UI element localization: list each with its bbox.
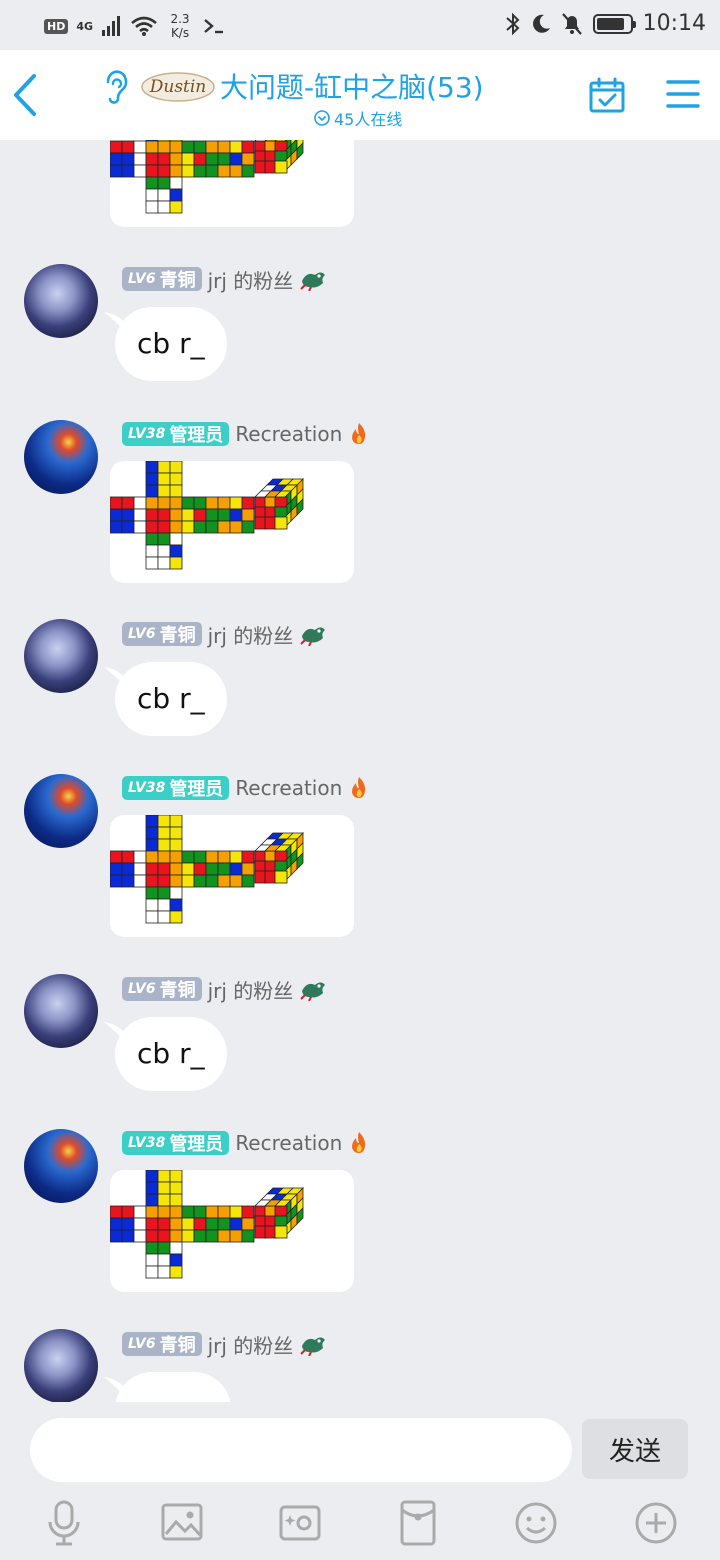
rank-text: 青铜 — [159, 980, 196, 1001]
avatar[interactable] — [24, 1129, 98, 1203]
sender-name[interactable]: jrj 的粉丝 — [208, 1330, 294, 1359]
sender-name[interactable]: jrj 的粉丝 — [208, 265, 294, 294]
level-badge: LV38 管理员 — [122, 1131, 230, 1155]
group-title-area[interactable]: Dustin 大问题-缸中之脑(53) 45人在线 — [100, 64, 520, 130]
online-text: 45人在线 — [334, 110, 403, 129]
hd-indicator: HD — [44, 18, 69, 34]
send-button[interactable]: 发送 — [582, 1419, 688, 1479]
clock: 10:14 — [642, 11, 706, 36]
sender-name[interactable]: Recreation — [235, 1131, 342, 1155]
rank-text: 青铜 — [159, 625, 196, 646]
fire-icon — [352, 777, 366, 798]
terminal-icon — [204, 19, 224, 34]
sender-meta: LV38 管理员 Recreation — [122, 1130, 370, 1156]
level-badge: LV6 青铜 — [122, 267, 202, 291]
composer: 发送 — [0, 1402, 720, 1560]
message-list[interactable]: LV6 青铜 jrj 的粉丝 cb r_ LV38 管理员 Recreation L… — [0, 140, 720, 1402]
level-badge: LV6 青铜 — [122, 1332, 202, 1356]
rank-text: 管理员 — [169, 425, 224, 446]
dragon-icon — [300, 982, 326, 1001]
moon-icon — [532, 14, 550, 33]
sender-meta: LV38 管理员 Recreation — [122, 775, 370, 801]
emoji-icon[interactable] — [514, 1498, 558, 1548]
sender-name[interactable]: jrj 的粉丝 — [208, 975, 294, 1004]
rank-text: 管理员 — [169, 1134, 224, 1155]
logo-text: Dustin — [149, 77, 207, 97]
sender-meta: LV6 青铜 jrj 的粉丝 — [122, 620, 327, 649]
group-title: 大问题-缸中之脑(53) — [220, 71, 484, 104]
avatar[interactable] — [24, 974, 98, 1048]
photo-icon[interactable] — [160, 1498, 204, 1548]
sender-meta: LV38 管理员 Recreation — [122, 421, 370, 447]
message-input[interactable] — [30, 1418, 572, 1482]
avatar[interactable] — [24, 420, 98, 494]
avatar[interactable] — [24, 774, 98, 848]
bluetooth-icon — [505, 12, 520, 35]
rank-text: 管理员 — [169, 779, 224, 800]
microphone-icon[interactable] — [42, 1498, 86, 1548]
dragon-icon — [300, 627, 326, 646]
calendar-check-button[interactable] — [588, 76, 626, 114]
network-speed: 2.3 K/s — [165, 12, 195, 40]
battery-icon — [592, 13, 636, 34]
chat-header: Dustin 大问题-缸中之脑(53) 45人在线 — [0, 50, 720, 140]
level-text: LV6 — [128, 1336, 156, 1352]
text-bubble[interactable]: cb r_ — [115, 662, 227, 736]
level-text: LV38 — [128, 1135, 166, 1151]
level-badge: LV38 管理员 — [122, 422, 230, 446]
dustin-logo: Dustin — [141, 72, 215, 102]
plus-icon[interactable] — [634, 1498, 678, 1548]
level-text: LV6 — [128, 271, 156, 287]
sender-meta: LV6 青铜 jrj 的粉丝 — [122, 1330, 327, 1359]
level-text: LV38 — [128, 780, 166, 796]
avatar[interactable] — [24, 619, 98, 693]
level-text: LV6 — [128, 981, 156, 997]
level-badge: LV6 青铜 — [122, 622, 202, 646]
fire-icon — [352, 423, 366, 444]
ear-icon[interactable] — [100, 68, 130, 104]
rank-text: 青铜 — [159, 1335, 196, 1356]
level-text: LV6 — [128, 626, 156, 642]
red-packet-icon[interactable] — [396, 1498, 440, 1548]
sender-name[interactable]: Recreation — [235, 776, 342, 800]
avatar[interactable] — [24, 264, 98, 338]
avatar[interactable] — [24, 1329, 98, 1402]
cube-image[interactable] — [110, 815, 354, 937]
text-bubble[interactable]: cb r_ — [115, 1017, 227, 1091]
mute-bell-icon — [561, 12, 582, 35]
level-text: LV38 — [128, 426, 166, 442]
speed-value: 2.3 — [170, 12, 190, 26]
online-count[interactable]: 45人在线 — [314, 106, 402, 130]
back-button[interactable] — [6, 70, 46, 120]
menu-button[interactable] — [666, 78, 700, 110]
level-badge: LV38 管理员 — [122, 776, 230, 800]
cube-image[interactable] — [110, 1170, 354, 1292]
sender-meta: LV6 青铜 jrj 的粉丝 — [122, 265, 327, 294]
cube-image[interactable] — [110, 461, 354, 583]
sender-name[interactable]: Recreation — [235, 422, 342, 446]
speed-unit: K/s — [170, 26, 190, 40]
chevron-down-circle-icon — [314, 110, 330, 126]
input-toolbar — [0, 1498, 720, 1554]
text-bubble[interactable] — [115, 1372, 231, 1402]
sender-meta: LV6 青铜 jrj 的粉丝 — [122, 975, 327, 1004]
wifi-icon — [131, 16, 157, 36]
cube-image[interactable] — [110, 140, 354, 227]
signal-icon — [102, 16, 121, 36]
fire-icon — [352, 1132, 366, 1153]
sender-name[interactable]: jrj 的粉丝 — [208, 620, 294, 649]
rank-text: 青铜 — [159, 270, 196, 291]
level-badge: LV6 青铜 — [122, 977, 202, 1001]
dragon-icon — [300, 1337, 326, 1356]
camera-icon[interactable] — [278, 1498, 322, 1548]
dragon-icon — [300, 272, 326, 291]
network-type: 4G — [76, 19, 94, 33]
text-bubble[interactable]: cb r_ — [115, 307, 227, 381]
status-bar: HD 4G 2.3 K/s 10:14 — [0, 0, 720, 50]
